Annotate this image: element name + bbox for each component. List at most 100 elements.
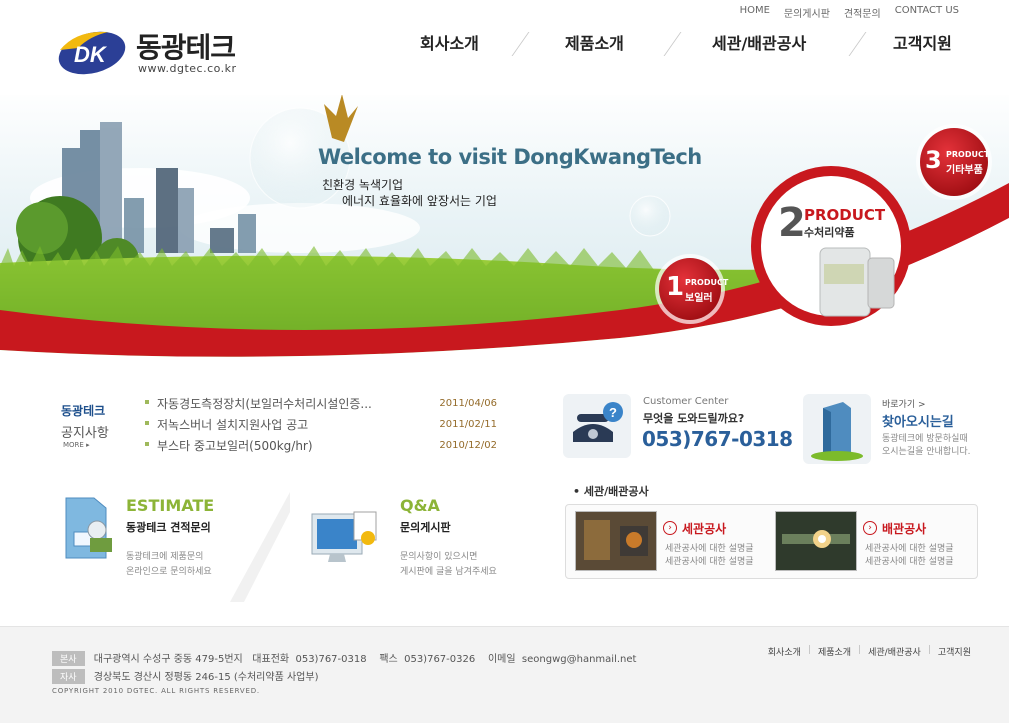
- notice-list: 자동경도측정장치(보일러수처리시설인증... 2011/04/06 저녹스버너 …: [145, 395, 497, 458]
- product-3-tag[interactable]: PRODUCT: [946, 150, 989, 159]
- construction-card-title[interactable]: 세관공사: [682, 520, 726, 537]
- util-contact-link[interactable]: CONTACT US: [895, 5, 959, 20]
- util-board-link[interactable]: 문의게시판: [784, 5, 830, 20]
- notice-item-title[interactable]: 저녹스버너 설치지원사업 공고: [157, 416, 407, 433]
- svg-text:?: ?: [609, 405, 617, 420]
- footer-tel-label: 대표전화: [252, 654, 290, 665]
- footer-badge-branch: 자사: [52, 669, 85, 684]
- slogan-line-1: 친환경 녹색기업: [322, 178, 404, 192]
- product-2-tag[interactable]: PRODUCT: [804, 206, 885, 224]
- logo-letters: DK: [74, 42, 108, 67]
- footer-email-label: 이메일: [487, 654, 516, 665]
- footer-main-address: 대구광역시 수성구 중동 479-5번지: [93, 654, 243, 665]
- product-2-number[interactable]: 2: [778, 200, 806, 246]
- footer-nav-construction[interactable]: 세관/배관공사: [868, 645, 921, 658]
- notice-item-title[interactable]: 부스타 중고보일러(500kg/hr): [157, 437, 407, 454]
- nav-separator: [848, 32, 867, 56]
- footer-main-office: 본사 대구광역시 수성구 중동 479-5번지 대표전화 053)767-031…: [52, 650, 636, 666]
- construction-card-cleaning[interactable]: › 세관공사 세관공사에 대한 설명글 세관공사에 대한 설명글: [572, 511, 772, 571]
- footer-nav-support[interactable]: 고객지원: [938, 645, 971, 658]
- product-1-name[interactable]: 보일러: [685, 289, 713, 304]
- footer-nav-products[interactable]: 제품소개: [818, 645, 851, 658]
- estimate-desc-1: 동광테크에 제품문의: [126, 552, 204, 562]
- utility-nav: HOME 문의게시판 견적문의 CONTACT US: [740, 5, 959, 20]
- construction-card-title[interactable]: 배관공사: [882, 520, 926, 537]
- construction-photo-1: [575, 511, 657, 571]
- footer-nav: 회사소개 | 제품소개 | 세관/배관공사 | 고객지원: [768, 645, 971, 658]
- nav-products[interactable]: 제품소개: [565, 30, 624, 54]
- location-desc-2: 오시는길을 안내합니다.: [882, 447, 971, 457]
- util-home-link[interactable]: HOME: [740, 5, 770, 20]
- construction-heading: • 세관/배관공사: [573, 485, 649, 498]
- notice-item[interactable]: 자동경도측정장치(보일러수처리시설인증... 2011/04/06: [145, 395, 497, 416]
- notice-item[interactable]: 부스타 중고보일러(500kg/hr) 2010/12/02: [145, 437, 497, 458]
- location-title[interactable]: 찾아오시는길: [882, 411, 954, 430]
- visual-background: [0, 88, 1009, 368]
- brand-url: www.dgtec.co.kr: [138, 62, 237, 75]
- footer-nav-separator: |: [927, 645, 931, 655]
- estimate-desc-2: 온라인으로 문의하세요: [126, 567, 212, 577]
- customer-center-question: 무엇을 도와드릴까요?: [643, 412, 745, 425]
- qna-link[interactable]: Q&A 문의게시판 문의사항이 있으시면 게시판에 글을 남겨주세요: [400, 496, 497, 577]
- construction-photo-2: [775, 511, 857, 571]
- brand-name: 동광테크: [136, 31, 236, 64]
- estimate-kor-title: 동광테크 견적문의: [126, 521, 211, 534]
- construction-card-desc: 세관공사에 대한 설명글: [865, 544, 954, 554]
- location-shortcut[interactable]: 바로가기 >: [882, 397, 926, 410]
- product-2-name[interactable]: 수처리약품: [804, 224, 855, 240]
- site-header: DK 동광테크 www.dgtec.co.kr HOME 문의게시판 견적문의 …: [0, 0, 1009, 95]
- notice-item-date: 2010/12/02: [439, 440, 497, 451]
- footer-fax: 053)767-0326: [404, 654, 476, 665]
- customer-center-label: Customer Center: [643, 396, 729, 407]
- welcome-heading: Welcome to visit DongKwangTech: [318, 145, 702, 169]
- product-1-number[interactable]: 1: [666, 272, 684, 302]
- notice-more-link[interactable]: MORE ▸: [63, 441, 90, 449]
- footer-copyright: COPYRIGHT 2010 DGTEC. ALL RIGHTS RESERVE…: [52, 687, 260, 695]
- bullet-icon: [145, 442, 149, 446]
- main-nav: 회사소개 제품소개 세관/배관공사 고객지원: [400, 30, 980, 60]
- logo-emblem-icon: DK: [58, 31, 126, 75]
- product-3-number[interactable]: 3: [925, 146, 942, 174]
- site-logo[interactable]: DK 동광테크 www.dgtec.co.kr: [56, 24, 256, 79]
- footer-tel: 053)767-0318: [295, 654, 367, 665]
- nav-separator: [511, 32, 530, 56]
- notice-heading-brand: 동광테크: [61, 404, 106, 418]
- chevron-right-icon: ›: [863, 521, 877, 535]
- footer-badge-main: 본사: [52, 651, 85, 666]
- construction-panel: › 세관공사 세관공사에 대한 설명글 세관공사에 대한 설명글 › 배관공사 …: [565, 504, 978, 579]
- nav-separator: [663, 32, 682, 56]
- product-3-name[interactable]: 기타부품: [946, 161, 983, 176]
- bullet-icon: [145, 421, 149, 425]
- estimate-eng-title: ESTIMATE: [126, 496, 215, 515]
- qna-desc-2: 게시판에 글을 남겨주세요: [400, 567, 497, 577]
- util-estimate-link[interactable]: 견적문의: [844, 5, 881, 20]
- telephone-icon: ?: [563, 394, 631, 458]
- construction-card-desc: 세관공사에 대한 설명글: [665, 557, 754, 567]
- footer-branch-address: 경상북도 경산시 정평동 246-15 (수처리약품 사업부): [93, 672, 319, 683]
- nav-support[interactable]: 고객지원: [893, 30, 952, 54]
- construction-card-desc: 세관공사에 대한 설명글: [665, 544, 754, 554]
- footer-nav-company[interactable]: 회사소개: [768, 645, 801, 658]
- estimate-link[interactable]: ESTIMATE 동광테크 견적문의 동광테크에 제품문의 온라인으로 문의하세…: [126, 496, 214, 577]
- notice-more-label: MORE: [63, 441, 84, 449]
- qna-desc-1: 문의사항이 있으시면: [400, 552, 478, 562]
- building-icon[interactable]: [803, 394, 871, 464]
- nav-construction[interactable]: 세관/배관공사: [712, 30, 806, 54]
- location-desc-1: 동광테크에 방문하실때: [882, 434, 968, 444]
- construction-heading-label: 세관/배관공사: [583, 485, 649, 498]
- main-visual: Welcome to visit DongKwangTech 친환경 녹색기업 …: [0, 88, 1009, 368]
- product-1-tag[interactable]: PRODUCT: [685, 278, 728, 287]
- estimate-folder-icon[interactable]: [60, 494, 116, 566]
- qna-monitor-icon[interactable]: [310, 508, 382, 568]
- notice-heading: 동광테크 공지사항: [61, 402, 109, 441]
- notice-item[interactable]: 저녹스버너 설치지원사업 공고 2011/02/11: [145, 416, 497, 437]
- qna-eng-title: Q&A: [400, 496, 440, 515]
- nav-company[interactable]: 회사소개: [420, 30, 479, 54]
- site-footer: 본사 대구광역시 수성구 중동 479-5번지 대표전화 053)767-031…: [0, 626, 1009, 723]
- construction-card-piping[interactable]: › 배관공사 세관공사에 대한 설명글 세관공사에 대한 설명글: [772, 511, 972, 571]
- notice-item-title[interactable]: 자동경도측정장치(보일러수처리시설인증...: [157, 395, 407, 412]
- footer-fax-label: 팩스: [379, 654, 398, 665]
- footer-email[interactable]: seongwg@hanmail.net: [522, 654, 637, 665]
- notice-item-date: 2011/04/06: [439, 398, 497, 409]
- promo-divider: [230, 492, 290, 602]
